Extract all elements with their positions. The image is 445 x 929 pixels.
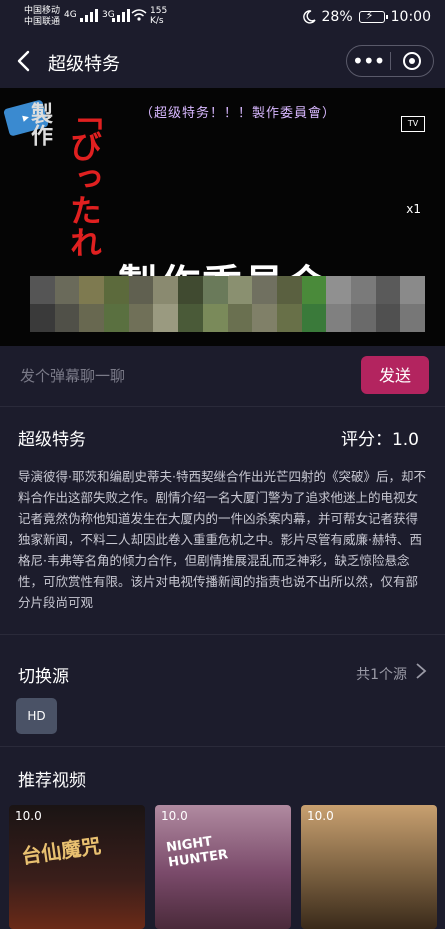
mosaic-block [178,304,203,332]
page-title: 超级特务 [48,54,120,75]
video-mosaic [30,276,425,332]
mosaic-block [301,304,327,332]
moon-icon [302,10,316,24]
rating: 评分：1.0 [340,430,419,450]
recommend-title: 推荐视频 [18,771,86,791]
nav-header: 超级特务 ••• [0,36,445,88]
recommend-card[interactable]: 台仙魔咒 10.0 [9,805,145,929]
mosaic-block [252,304,277,332]
mosaic-block [128,304,154,332]
recommend-score: 10.0 [307,809,334,823]
mosaic-block [153,304,179,332]
mosaic-block [326,276,351,304]
mosaic-block [104,276,129,304]
mosaic-block [30,304,55,332]
network-speed: 155 K/s [150,6,167,26]
network-type-1: 4G [64,10,77,20]
signal-icon-2 [112,9,130,22]
mosaic-block [54,276,80,304]
mosaic-block [400,304,425,332]
mosaic-block [375,304,401,332]
signal-icon [80,9,98,22]
mosaic-block [54,304,80,332]
video-side-text: 製作 [27,102,52,146]
recommend-score: 10.0 [15,809,42,823]
mosaic-block [128,276,154,304]
mosaic-block [79,304,105,332]
wifi-icon [131,9,147,21]
playback-rate[interactable]: x1 [406,202,421,216]
mosaic-block [326,304,351,332]
mosaic-block [30,276,55,304]
recommend-score: 10.0 [161,809,188,823]
status-bar: 中国移动 中国联通 4G 3G 155 K/s 28% ⚡ 10:00 [0,0,445,36]
chevron-right-icon[interactable] [415,662,427,680]
divider-2 [0,746,445,747]
recommend-card[interactable]: NIGHT HUNTER 10.0 [155,805,291,929]
mosaic-block [252,276,277,304]
video-player[interactable]: ▶︎ 製作 「びったれ （超级特务！！！製作委員會） TV x1 製作委員会 [0,88,445,346]
battery-icon: ⚡ [358,9,388,23]
mosaic-block [400,276,425,304]
close-miniapp-button[interactable] [391,52,434,70]
speed-value: 155 [150,6,168,16]
battery-percent: 28% [321,9,353,25]
video-top-caption: （超级特务！！！製作委員會） [140,106,337,121]
mosaic-block [375,276,401,304]
send-button[interactable]: 发送 [361,356,429,394]
divider-1 [0,634,445,635]
recommend-list: 台仙魔咒 10.0 NIGHT HUNTER 10.0 10.0 [9,805,445,929]
mosaic-block [350,304,376,332]
source-chip-hd[interactable]: HD [16,698,57,734]
mosaic-block [276,276,302,304]
mosaic-block [178,276,203,304]
mosaic-block [301,276,327,304]
tv-cast-icon[interactable]: TV [401,116,425,132]
mosaic-block [104,304,129,332]
status-time: 10:00 [390,9,431,25]
mosaic-block [350,276,376,304]
mosaic-block [79,276,105,304]
back-arrow-icon[interactable] [14,48,36,74]
mosaic-block [227,276,253,304]
miniapp-capsule: ••• [346,45,434,77]
danmu-bar: 发送 [0,346,445,407]
carrier-info: 中国移动 中国联通 [24,6,60,28]
status-right: 28% ⚡ 10:00 [302,9,431,25]
mosaic-block [202,304,228,332]
video-title: 超级特务 [18,430,86,450]
mosaic-block [153,276,179,304]
mosaic-block [202,276,228,304]
more-icon[interactable]: ••• [347,46,390,76]
video-description: 导演彼得·耶茨和编剧史蒂夫·特西契继合作出光芒四射的《突破》后，却不料合作出这部… [18,469,426,610]
carrier-1: 中国移动 [24,6,61,16]
target-icon [402,52,421,70]
speed-unit: K/s [150,16,164,26]
carrier-2: 中国联通 [24,17,61,27]
source-title: 切换源 [18,667,69,687]
recommend-poster [301,805,437,929]
source-count[interactable]: 共1个源 [356,664,407,684]
recommend-card[interactable]: 10.0 [301,805,437,929]
video-red-text: 「びったれ [65,98,103,258]
mosaic-block [276,304,302,332]
mosaic-block [227,304,253,332]
danmu-input[interactable] [18,366,322,386]
